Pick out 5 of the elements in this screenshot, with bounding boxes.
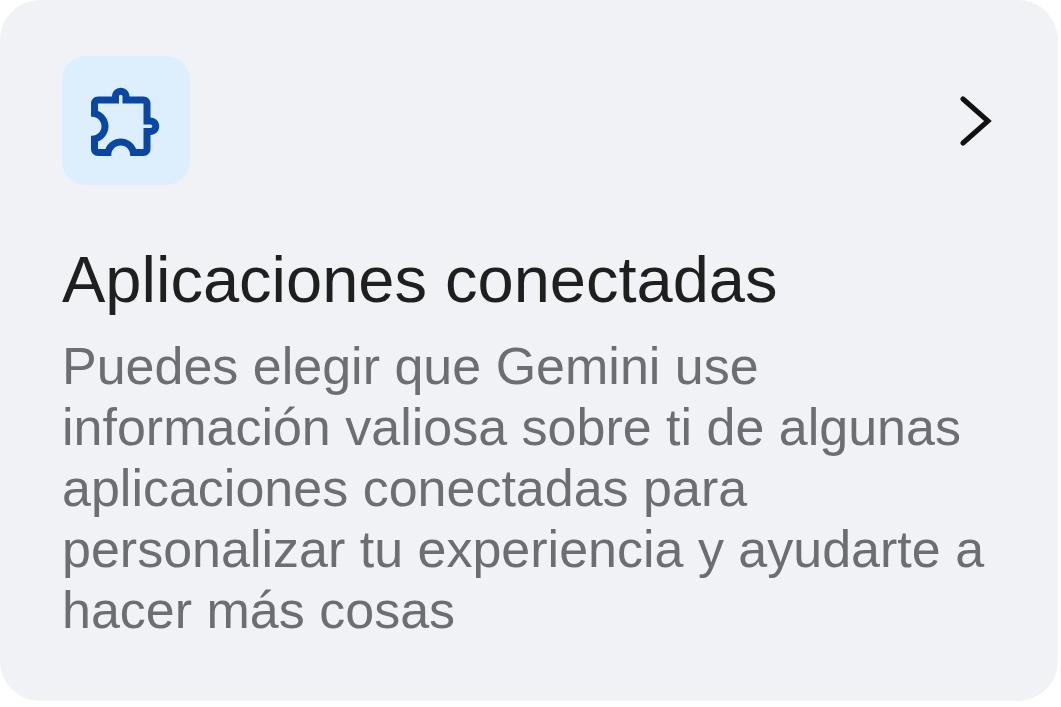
card-title: Aplicaciones conectadas	[62, 242, 779, 318]
settings-card[interactable]: Aplicaciones conectadas Puedes elegir que Gemini use información valiosa sobre ti de algunas aplicaciones conectadas para personalizar tu experiencia y ayudarte a hacer más cosas	[0, 0, 1058, 701]
card-description: Puedes elegir que Gemini use información valiosa sobre ti de algunas aplicaciones conectadas para personalizar tu experiencia y ayudarte a hacer más cosas	[62, 336, 986, 641]
puzzle-icon	[62, 56, 190, 185]
chevron-right-icon	[960, 95, 992, 146]
